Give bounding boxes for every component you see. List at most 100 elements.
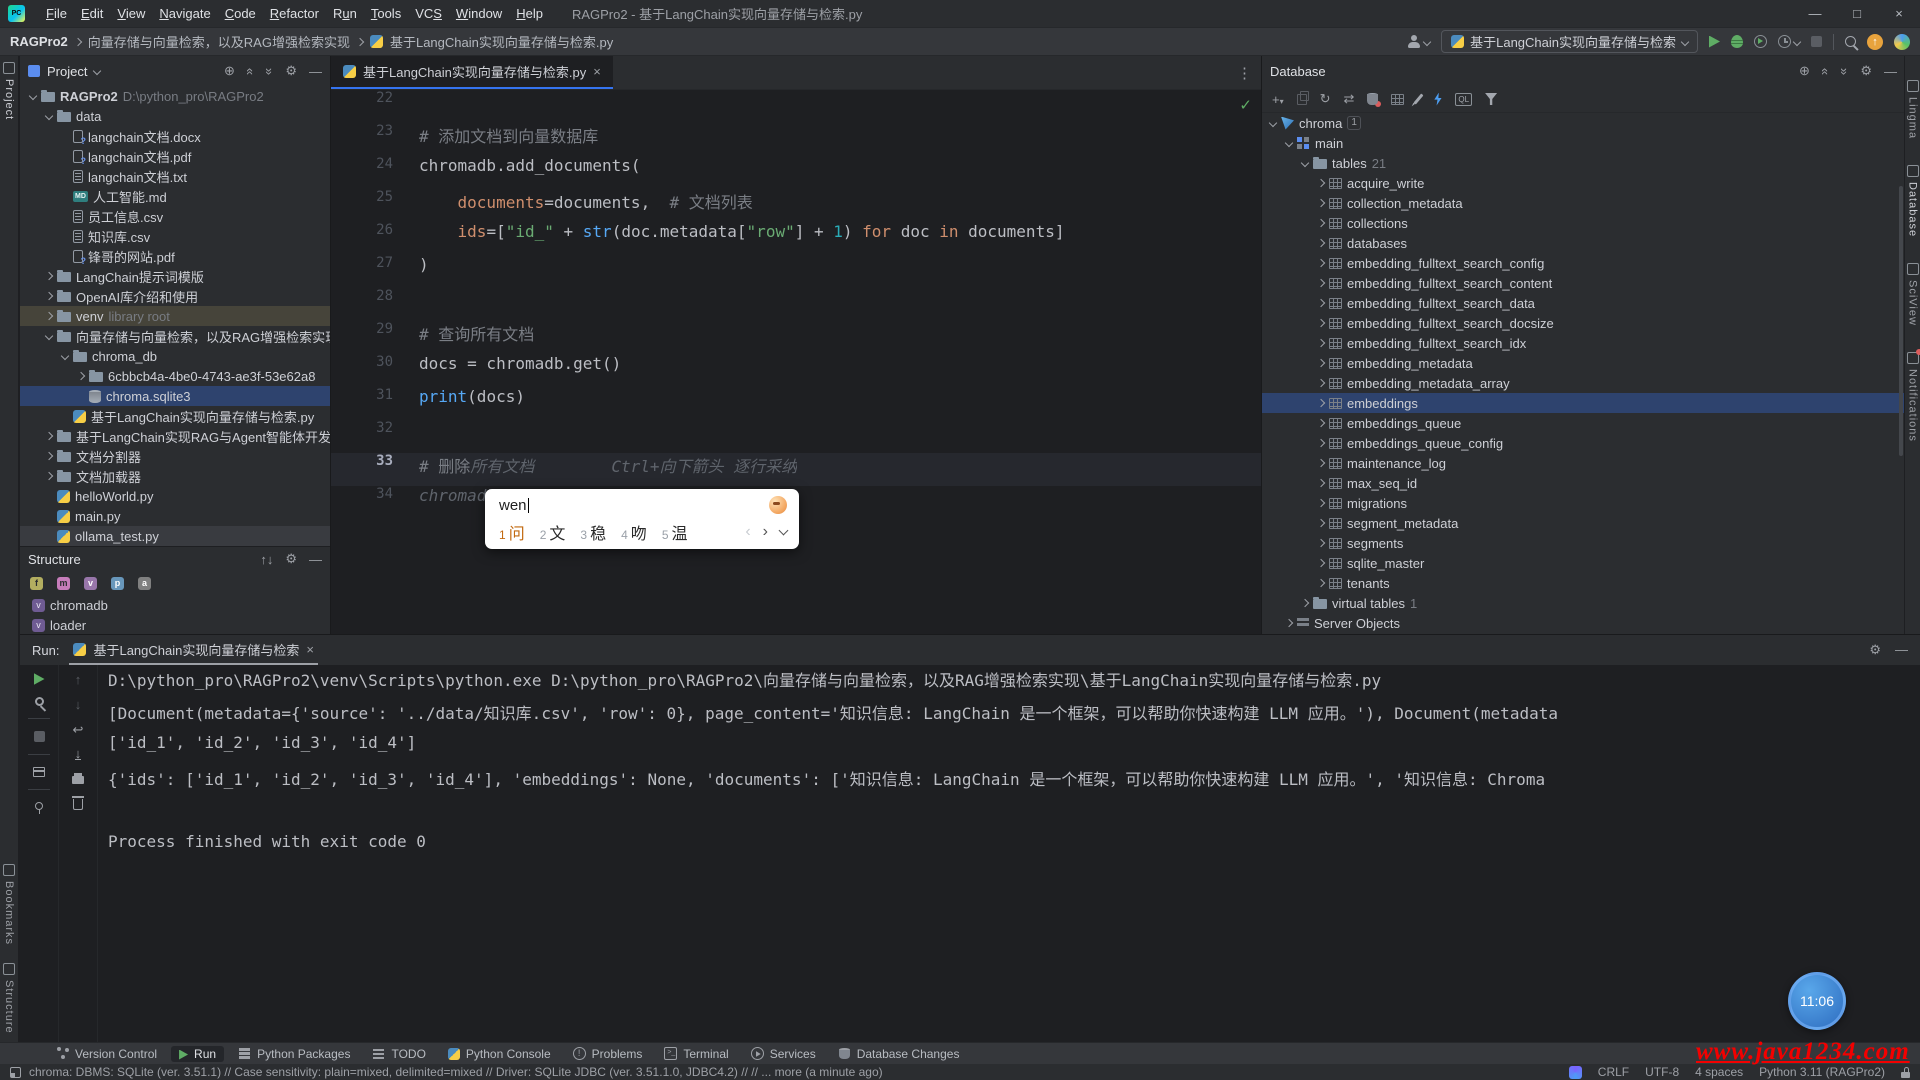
tool-strip-tab-notifications[interactable]: Notifications <box>1907 352 1919 442</box>
tree-row[interactable]: main <box>1262 133 1905 153</box>
tree-row[interactable]: 向量存储与向量检索，以及RAG增强检索实现 <box>20 326 330 346</box>
tree-row[interactable]: acquire_write <box>1262 173 1905 193</box>
menu-window[interactable]: Window <box>449 0 509 28</box>
editor-tab[interactable]: 基于LangChain实现向量存储与检索.py × <box>331 56 613 89</box>
tree-row[interactable]: 锋哥的网站.pdf <box>20 246 330 266</box>
tool-strip-tab-sciview[interactable]: SciView <box>1907 263 1919 326</box>
minimize-icon[interactable]: — <box>1794 0 1836 28</box>
chevron-collapsed-icon[interactable] <box>1317 179 1325 187</box>
locate-file-icon[interactable]: ⊕ <box>224 63 235 79</box>
tree-row[interactable]: embedding_fulltext_search_config <box>1262 253 1905 273</box>
stop-button[interactable] <box>1811 36 1822 47</box>
status-widget[interactable]: CRLF <box>1598 1065 1629 1079</box>
tree-row[interactable]: 基于LangChain实现RAG与Agent智能体开发 <box>20 426 330 446</box>
chevron-collapsed-icon[interactable] <box>1317 279 1325 287</box>
tool-window-button-pycon[interactable]: Python Console <box>440 1046 559 1062</box>
chevron-collapsed-icon[interactable] <box>77 372 85 380</box>
inspection-ok-icon[interactable]: ✓ <box>1239 96 1252 114</box>
code-editor[interactable]: 2223# 添加文档到向量数据库24chromadb.add_documents… <box>331 90 1262 519</box>
breadcrumb-item[interactable]: RAGPro2 <box>10 34 68 49</box>
chevron-collapsed-icon[interactable] <box>45 312 53 320</box>
chevron-collapsed-icon[interactable] <box>1317 299 1325 307</box>
maximize-icon[interactable]: □ <box>1836 0 1878 28</box>
chevron-collapsed-icon[interactable] <box>1317 539 1325 547</box>
tree-row[interactable]: segment_metadata <box>1262 513 1905 533</box>
tree-row[interactable]: 6cbbcb4a-4be0-4743-ae3f-53e62a8 <box>20 366 330 386</box>
code-line[interactable]: 28 <box>331 288 1262 321</box>
debug-button[interactable] <box>1731 35 1743 48</box>
code-line[interactable]: 30docs = chromadb.get() <box>331 354 1262 387</box>
ide-services-icon[interactable] <box>1569 1066 1582 1079</box>
tree-row[interactable]: ollama_test.py <box>20 526 330 546</box>
chevron-collapsed-icon[interactable] <box>1317 499 1325 507</box>
chevron-collapsed-icon[interactable] <box>1317 219 1325 227</box>
chevron-collapsed-icon[interactable] <box>1317 379 1325 387</box>
tool-window-button-pkg[interactable]: Python Packages <box>230 1046 358 1062</box>
tree-row[interactable]: embedding_fulltext_search_content <box>1262 273 1905 293</box>
tree-row[interactable]: 知识库.csv <box>20 226 330 246</box>
chevron-expanded-icon[interactable] <box>29 92 37 100</box>
tree-row[interactable]: migrations <box>1262 493 1905 513</box>
chevron-collapsed-icon[interactable] <box>45 472 53 480</box>
chevron-expanded-icon[interactable] <box>1301 159 1309 167</box>
chevron-collapsed-icon[interactable] <box>1317 239 1325 247</box>
chevron-collapsed-icon[interactable] <box>1317 459 1325 467</box>
run-config-select[interactable]: 基于LangChain实现向量存储与检索 <box>1441 30 1698 53</box>
tree-row[interactable]: main.py <box>20 506 330 526</box>
tree-row[interactable]: OpenAI库介绍和使用 <box>20 286 330 306</box>
chevron-collapsed-icon[interactable] <box>45 272 53 280</box>
scrollbar[interactable] <box>1899 186 1903 456</box>
tool-window-button-prob[interactable]: Problems <box>565 1046 651 1062</box>
tree-row[interactable]: sqlite_master <box>1262 553 1905 573</box>
tree-row[interactable]: helloWorld.py <box>20 486 330 506</box>
ime-next-page-icon[interactable]: › <box>763 523 768 541</box>
code-line[interactable]: 32 <box>331 420 1262 453</box>
collapse-all-icon[interactable]: » <box>1837 67 1852 74</box>
tree-row[interactable]: embedding_fulltext_search_idx <box>1262 333 1905 353</box>
clear-console-icon[interactable] <box>73 799 83 810</box>
code-line[interactable]: 23# 添加文档到向量数据库 <box>331 123 1262 156</box>
layout-icon[interactable] <box>10 1067 21 1078</box>
pin-tab-icon[interactable] <box>35 802 43 810</box>
tree-row[interactable]: 基于LangChain实现向量存储与检索.py <box>20 406 330 426</box>
tree-row[interactable]: 员工信息.csv <box>20 206 330 226</box>
soft-wrap-icon[interactable]: ↩ <box>73 723 84 736</box>
status-widget[interactable]: 4 spaces <box>1695 1065 1743 1079</box>
chevron-expanded-icon[interactable] <box>45 332 53 340</box>
show-methods-icon[interactable]: m <box>57 577 70 590</box>
structure-item[interactable]: loader <box>20 615 330 635</box>
edit-configuration-icon[interactable] <box>35 697 44 706</box>
tool-strip-tab-database[interactable]: Database <box>1907 165 1919 237</box>
breadcrumb-item[interactable]: 向量存储与向量检索，以及RAG增强检索实现 <box>88 32 350 51</box>
refresh-icon[interactable]: ↻ <box>1320 91 1331 107</box>
chevron-collapsed-icon[interactable] <box>1317 579 1325 587</box>
code-line[interactable]: 22 <box>331 90 1262 123</box>
tree-row[interactable]: collections <box>1262 213 1905 233</box>
rerun-button[interactable] <box>34 673 45 685</box>
edit-data-icon[interactable] <box>1414 93 1424 104</box>
menu-tools[interactable]: Tools <box>364 0 408 28</box>
floating-clock-badge[interactable]: 11:06 <box>1788 972 1846 1030</box>
tool-window-button-serv[interactable]: Services <box>743 1046 824 1062</box>
hide-panel-icon[interactable]: — <box>1895 642 1908 658</box>
project-panel-title[interactable]: Project <box>47 64 87 79</box>
tool-strip-tab-project[interactable]: Project <box>3 62 15 120</box>
ai-assistant-icon[interactable] <box>1894 34 1910 50</box>
chevron-collapsed-icon[interactable] <box>1285 619 1293 627</box>
structure-panel-title[interactable]: Structure <box>28 552 81 567</box>
run-coverage-button[interactable] <box>1754 35 1767 48</box>
chevron-collapsed-icon[interactable] <box>45 292 53 300</box>
menu-vcs[interactable]: VCS <box>408 0 449 28</box>
down-stacktrace-icon[interactable]: ↓ <box>75 698 82 711</box>
run-tab[interactable]: 基于LangChain实现向量存储与检索 × <box>69 635 317 665</box>
tree-row[interactable]: 人工智能.md <box>20 186 330 206</box>
tree-row[interactable]: tenants <box>1262 573 1905 593</box>
run-button[interactable] <box>1709 36 1720 48</box>
tree-row[interactable]: databases <box>1262 233 1905 253</box>
ime-candidate[interactable]: 2文 <box>540 520 566 544</box>
tree-row[interactable]: langchain文档.docx <box>20 126 330 146</box>
close-icon[interactable]: × <box>1878 0 1920 28</box>
code-line[interactable]: 29# 查询所有文档 <box>331 321 1262 354</box>
more-options-icon[interactable]: ⋮ <box>1237 64 1262 82</box>
chevron-expanded-icon[interactable] <box>1285 139 1293 147</box>
